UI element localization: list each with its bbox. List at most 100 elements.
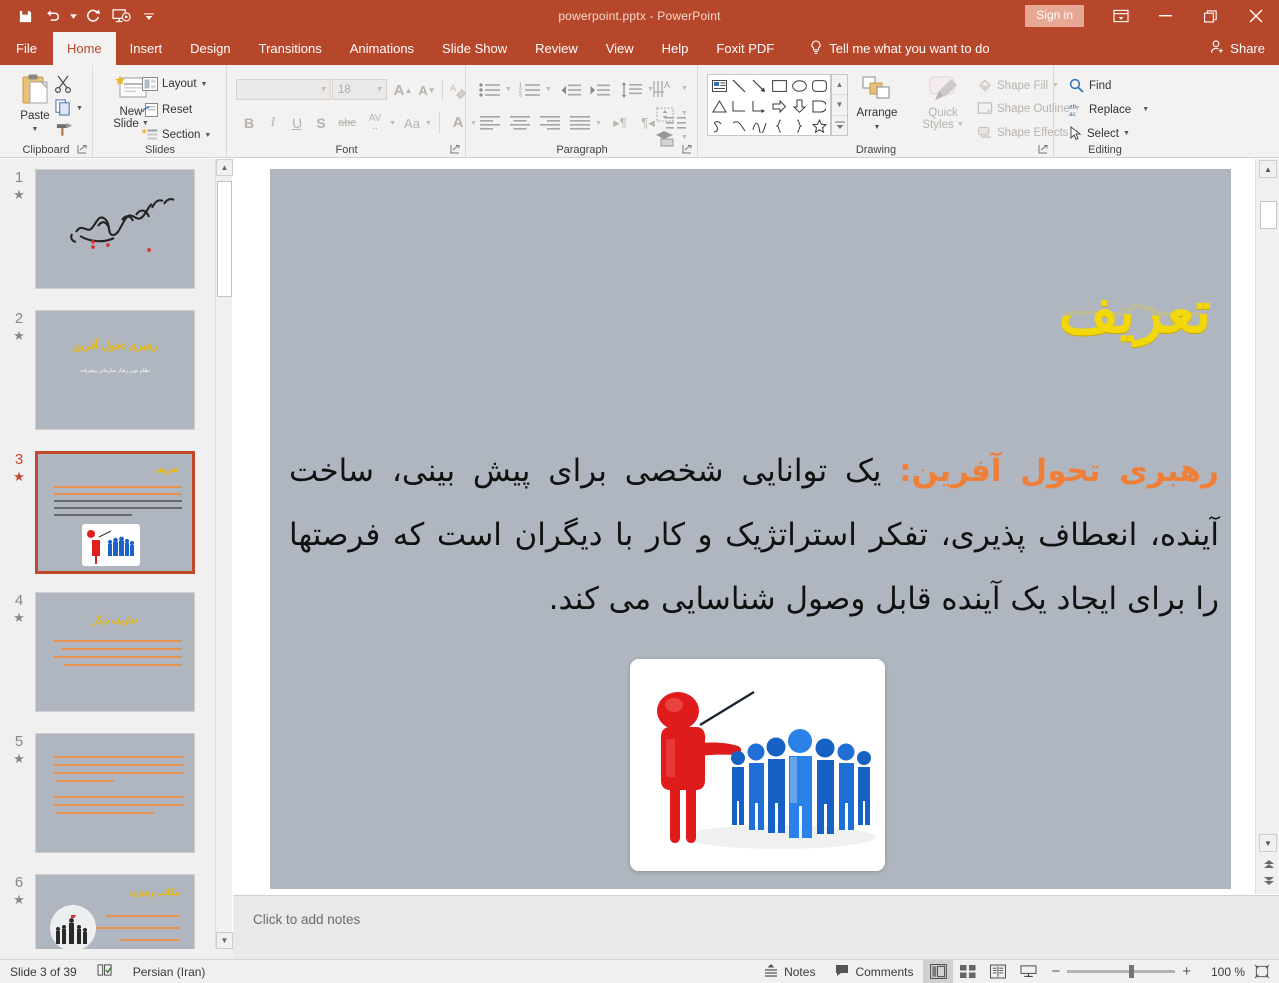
clipboard-dialog-launcher[interactable]: [77, 144, 88, 155]
start-presentation-icon[interactable]: [108, 4, 134, 28]
bullets-chevron-down-icon[interactable]: ▼: [505, 86, 512, 93]
quick-styles-button[interactable]: Quick Styles ▼: [915, 75, 971, 131]
section-button[interactable]: Section ▼: [142, 128, 211, 142]
slide-counter[interactable]: Slide 3 of 39: [0, 965, 87, 979]
select-chevron-down-icon[interactable]: ▼: [1123, 130, 1130, 137]
change-case-chevron-down-icon[interactable]: ▼: [425, 120, 432, 127]
thumbnail-scroll-thumb[interactable]: [217, 181, 232, 297]
shape-text-box-icon[interactable]: [709, 76, 729, 96]
shape-rounded-rectangle-icon[interactable]: [809, 76, 829, 96]
tab-foxit-pdf[interactable]: Foxit PDF: [702, 32, 788, 65]
save-icon[interactable]: [12, 4, 38, 28]
zoom-slider[interactable]: − +: [1043, 963, 1199, 980]
slide-thumbnail-6[interactable]: مکاتب رهبری: [35, 874, 195, 949]
align-text-button[interactable]: [652, 103, 678, 125]
animation-star-icon-3[interactable]: ★: [8, 469, 30, 485]
format-painter-button[interactable]: [52, 119, 76, 139]
thumbnail-pane-scrollbar[interactable]: ▲ ▼: [215, 159, 233, 949]
zoom-knob[interactable]: [1129, 965, 1135, 978]
copy-chevron-down-icon[interactable]: ▼: [76, 105, 83, 112]
slide-thumbnail-1[interactable]: [35, 169, 195, 289]
select-button[interactable]: Select ▼: [1069, 126, 1130, 141]
current-slide[interactable]: تعریف تعریف رهبری تحول آفرین: یک توانایی…: [270, 169, 1231, 889]
shapes-gallery-scrollbar[interactable]: ▲ ▼: [831, 74, 848, 136]
shape-left-brace-icon[interactable]: [769, 116, 789, 136]
font-dialog-launcher[interactable]: [450, 144, 461, 155]
shape-right-brace-icon[interactable]: [789, 116, 809, 136]
font-size-combo[interactable]: 18 ▼: [332, 79, 387, 100]
find-button[interactable]: Find: [1069, 78, 1111, 93]
quick-styles-chevron-down-icon[interactable]: ▼: [957, 119, 964, 131]
view-normal-button[interactable]: [923, 959, 954, 983]
copy-button[interactable]: [52, 97, 74, 117]
decrease-indent-button[interactable]: [558, 79, 584, 101]
animation-star-icon-6[interactable]: ★: [8, 892, 30, 908]
tab-transitions[interactable]: Transitions: [245, 32, 336, 65]
shape-star-icon[interactable]: [809, 116, 829, 136]
slide-image-leader-and-team[interactable]: [630, 659, 885, 871]
character-spacing-button[interactable]: AV ↔: [362, 111, 388, 134]
share-button[interactable]: Share: [1210, 32, 1265, 65]
tab-slide-show[interactable]: Slide Show: [428, 32, 521, 65]
view-reading-button[interactable]: [983, 960, 1013, 983]
numbering-chevron-down-icon[interactable]: ▼: [545, 86, 552, 93]
bullets-button[interactable]: [477, 79, 503, 101]
layout-chevron-down-icon[interactable]: ▼: [201, 81, 208, 88]
shape-down-arrow-icon[interactable]: [789, 96, 809, 116]
tab-design[interactable]: Design: [176, 32, 244, 65]
tab-help[interactable]: Help: [648, 32, 703, 65]
cut-button[interactable]: [52, 74, 74, 94]
align-center-button[interactable]: [507, 112, 533, 134]
clear-formatting-button[interactable]: A: [447, 80, 469, 100]
view-slide-sorter-button[interactable]: [953, 960, 983, 983]
decrease-font-size-button[interactable]: A ▼: [416, 80, 438, 100]
zoom-in-button[interactable]: +: [1182, 963, 1191, 980]
slide-view-scrollbar[interactable]: ▲ ▼: [1255, 159, 1279, 894]
shape-arrow-icon[interactable]: [749, 76, 769, 96]
slide-thumbnail-3[interactable]: تعریف: [35, 451, 195, 574]
tab-review[interactable]: Review: [521, 32, 592, 65]
replace-chevron-down-icon[interactable]: ▼: [1142, 106, 1149, 113]
shape-rectangle-icon[interactable]: [769, 76, 789, 96]
thumbnail-scroll-down-icon[interactable]: ▼: [216, 932, 233, 949]
strikethrough-button[interactable]: abc: [334, 112, 360, 134]
animation-star-icon-5[interactable]: ★: [8, 751, 30, 767]
restore-icon[interactable]: [1188, 0, 1233, 32]
animation-star-icon-2[interactable]: ★: [8, 328, 30, 344]
view-slide-show-button[interactable]: [1013, 960, 1043, 983]
italic-button[interactable]: I: [262, 112, 284, 134]
slide-thumbnail-pane[interactable]: 1 ★ 2 ★ رهبری تحول آفرین نظام نوین رفتار…: [0, 159, 215, 949]
spellcheck-status[interactable]: [87, 963, 123, 980]
tab-home[interactable]: Home: [52, 32, 116, 65]
text-direction-chevron-down-icon[interactable]: ▼: [681, 85, 688, 92]
bold-button[interactable]: B: [238, 112, 260, 134]
reset-button[interactable]: Reset: [142, 103, 192, 117]
previous-slide-button[interactable]: [1260, 856, 1277, 871]
close-icon[interactable]: [1233, 0, 1279, 32]
tab-view[interactable]: View: [592, 32, 648, 65]
underline-button[interactable]: U: [286, 112, 308, 134]
change-case-button[interactable]: Aa: [400, 112, 424, 134]
slide-scroll-up-icon[interactable]: ▲: [1259, 160, 1277, 178]
text-direction-button[interactable]: A: [650, 77, 680, 101]
layout-button[interactable]: Layout ▼: [142, 77, 207, 91]
slide-body-text[interactable]: رهبری تحول آفرین: یک توانایی شخصی برای پ…: [289, 439, 1219, 631]
increase-font-size-button[interactable]: A ▲: [392, 80, 414, 100]
tab-file[interactable]: File: [0, 32, 53, 65]
arrange-button[interactable]: Arrange ▼: [847, 75, 907, 134]
undo-icon[interactable]: [40, 4, 66, 28]
shapes-gallery-more-icon[interactable]: [832, 116, 847, 135]
minimize-icon[interactable]: [1143, 0, 1188, 32]
align-text-chevron-down-icon[interactable]: ▼: [681, 110, 688, 117]
tell-me-search[interactable]: Tell me what you want to do: [810, 32, 990, 65]
drawing-dialog-launcher[interactable]: [1038, 144, 1049, 155]
redo-icon[interactable]: [80, 4, 106, 28]
shape-wave-icon[interactable]: [749, 116, 769, 136]
align-right-button[interactable]: [537, 112, 563, 134]
animation-star-icon-1[interactable]: ★: [8, 187, 30, 203]
notes-toggle-button[interactable]: Notes: [754, 963, 825, 980]
shape-curve-icon[interactable]: [729, 116, 749, 136]
shape-elbow-connector-icon[interactable]: [729, 96, 749, 116]
shapes-gallery[interactable]: [707, 74, 831, 136]
tab-insert[interactable]: Insert: [116, 32, 177, 65]
